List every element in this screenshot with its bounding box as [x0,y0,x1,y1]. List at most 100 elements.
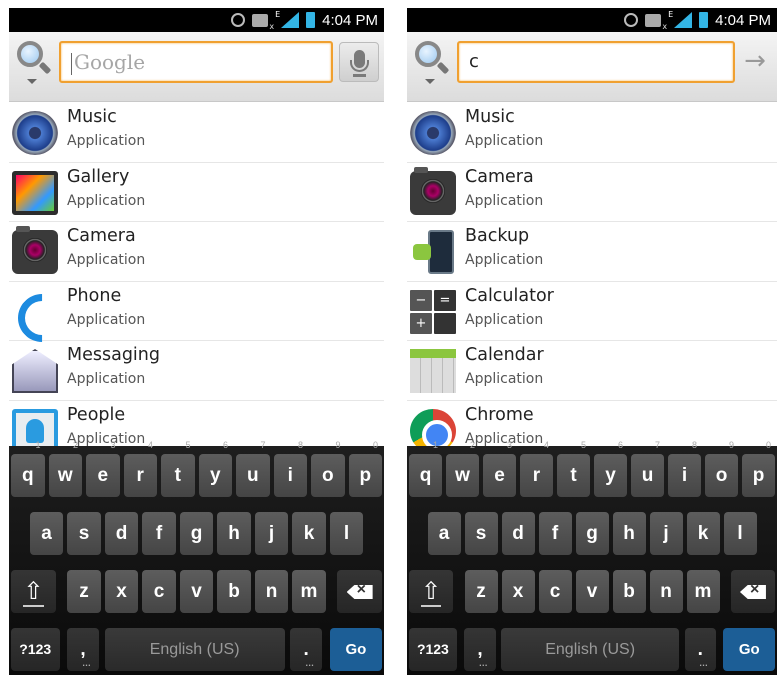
key-s[interactable]: s [464,512,498,555]
key-p[interactable]: p0 [742,440,775,497]
result-item[interactable]: Music Application [9,103,384,163]
result-item[interactable]: Backup Application [407,222,777,282]
search-input[interactable]: Google [59,41,333,83]
key-g[interactable]: g [575,512,609,555]
key-u[interactable]: u7 [631,440,664,497]
comma-key[interactable]: ,… [67,628,99,671]
key-x[interactable]: x [104,570,139,613]
camera-icon [12,226,58,274]
period-key[interactable]: .… [684,628,716,671]
key-e[interactable]: e3 [483,440,516,497]
key-k[interactable]: k [686,512,720,555]
key-m[interactable]: m [292,570,326,613]
key-v[interactable]: v [179,570,214,613]
key-hint: 0 [372,440,378,450]
space-key[interactable]: English (US) [104,628,285,671]
key-c[interactable]: c [538,570,572,613]
go-key[interactable]: Go [329,628,383,671]
result-name: People [67,404,126,425]
key-n[interactable]: n [649,570,683,613]
key-o[interactable]: o9 [311,440,345,497]
key-u[interactable]: u7 [236,440,270,497]
key-l[interactable]: l [329,512,364,555]
key-i[interactable]: i8 [668,440,701,497]
key-x[interactable]: x [501,570,535,613]
key-n[interactable]: n [254,570,289,613]
result-item[interactable]: Camera Application [407,163,777,222]
symbols-key[interactable]: ?123 [11,628,60,671]
go-button[interactable]: → [735,42,775,82]
key-a[interactable]: a [427,512,461,555]
key-s[interactable]: s [67,512,101,555]
voice-search-button[interactable] [339,42,379,82]
key-l[interactable]: l [723,512,757,555]
result-item[interactable]: Calendar Application [407,341,777,401]
key-y[interactable]: y6 [198,440,232,497]
key-f[interactable]: f [538,512,572,555]
key-l-label: l [343,523,350,544]
delete-key[interactable] [337,570,382,613]
comma-key[interactable]: ,… [464,628,496,671]
key-t[interactable]: t5 [161,440,195,497]
key-k[interactable]: k [292,512,326,555]
key-hint: 4 [543,440,549,450]
key-b[interactable]: b [612,570,646,613]
shift-key[interactable]: ⇧ [11,570,56,613]
symbols-key[interactable]: ?123 [409,628,457,671]
key-z[interactable]: z [67,570,101,613]
key-q[interactable]: q1 [11,440,45,497]
key-r[interactable]: r4 [520,440,553,497]
calendar-icon [410,349,456,393]
key-z-label: z [79,581,89,602]
key-w[interactable]: w2 [446,440,479,497]
key-q[interactable]: q1 [409,440,442,497]
result-item[interactable]: Music Application [407,103,777,163]
key-d[interactable]: d [501,512,535,555]
search-input[interactable]: c [457,41,735,83]
key-h[interactable]: h [217,512,251,555]
key-o[interactable]: o9 [705,440,738,497]
key-u-label: u [246,465,259,486]
result-item[interactable]: Phone Application [9,282,384,341]
result-item[interactable]: Camera Application [9,222,384,282]
key-v[interactable]: v [575,570,609,613]
period-key[interactable]: .… [290,628,323,671]
phone-screen-right: E 4:04 PM c → Music Application Camera Appl… [407,8,777,675]
go-key[interactable]: Go [723,628,776,671]
key-b[interactable]: b [217,570,251,613]
key-g[interactable]: g [179,512,214,555]
result-item[interactable]: Messaging Application [9,341,384,401]
key-f[interactable]: f [142,512,176,555]
key-d[interactable]: d [104,512,139,555]
search-source-selector[interactable] [13,41,57,89]
camera-icon [410,166,456,215]
key-h[interactable]: h [612,512,646,555]
shift-key[interactable]: ⇧ [409,570,454,613]
result-item[interactable]: − = + Calculator Application [407,282,777,341]
go-key-label: Go [345,641,367,658]
result-name: Music [465,107,515,127]
key-e[interactable]: e3 [86,440,120,497]
result-item[interactable]: Gallery Application [9,163,384,222]
calculator-key [434,312,456,334]
key-i[interactable]: i8 [273,440,307,497]
key-t[interactable]: t5 [557,440,590,497]
key-j[interactable]: j [649,512,683,555]
key-r[interactable]: r4 [123,440,157,497]
calculator-icon: − = + [410,289,456,334]
space-key[interactable]: English (US) [501,628,679,671]
key-f-label: f [551,523,559,544]
key-a[interactable]: a [29,512,64,555]
delete-key[interactable] [730,570,775,613]
key-m[interactable]: m [686,570,720,613]
key-y[interactable]: y6 [594,440,627,497]
key-w[interactable]: w2 [48,440,82,497]
key-q-label: q [419,465,432,486]
result-type: Application [67,133,146,149]
key-j[interactable]: j [254,512,289,555]
key-p[interactable]: p0 [348,440,382,497]
key-c[interactable]: c [142,570,176,613]
microphone-base [353,74,366,77]
search-source-selector[interactable] [411,41,455,89]
key-z[interactable]: z [464,570,498,613]
